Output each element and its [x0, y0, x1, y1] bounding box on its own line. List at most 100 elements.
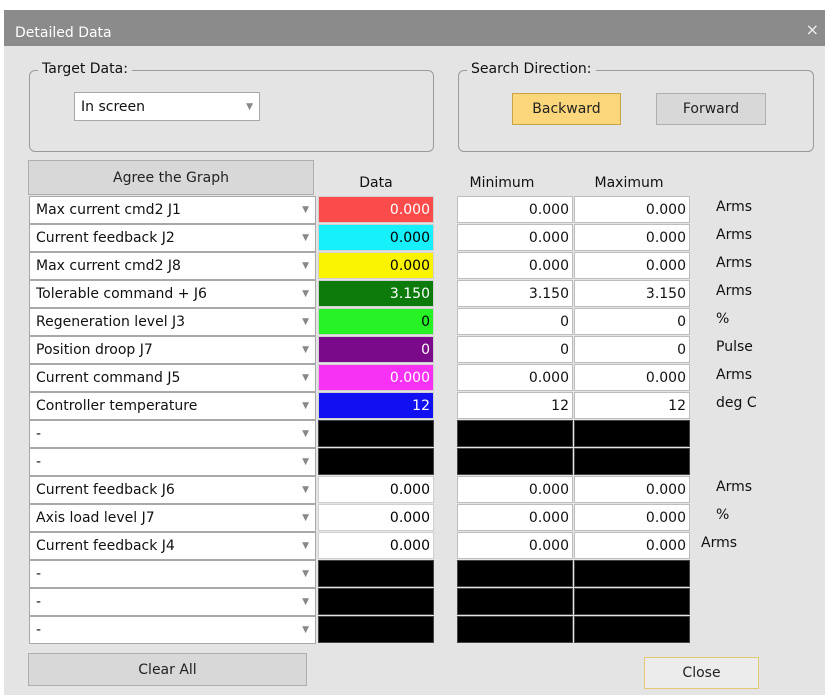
- signal-select[interactable]: - ▼: [29, 560, 316, 588]
- table-row: - ▼: [4, 560, 825, 588]
- signal-name: Position droop J7: [36, 342, 153, 358]
- close-button[interactable]: Close: [644, 657, 759, 689]
- maximum-value-cell: [574, 560, 690, 587]
- signal-select[interactable]: Current feedback J2 ▼: [29, 224, 316, 252]
- signal-name: Current feedback J6: [36, 482, 175, 498]
- signal-select[interactable]: Current feedback J4 ▼: [29, 532, 316, 560]
- signal-name: Controller temperature: [36, 398, 198, 414]
- title-bar[interactable]: Detailed Data ×: [4, 10, 825, 46]
- unit-label: Arms: [716, 367, 753, 383]
- minimum-value-cell: 0: [457, 336, 573, 363]
- unit-label: Arms: [716, 255, 753, 271]
- signal-select[interactable]: - ▼: [29, 448, 316, 476]
- maximum-value-cell: 0.000: [574, 364, 690, 391]
- maximum-value-cell: 0.000: [574, 196, 690, 223]
- data-value-cell: 3.150: [318, 280, 434, 307]
- data-value-cell: 0.000: [318, 532, 434, 559]
- chevron-down-icon: ▼: [302, 541, 309, 551]
- data-value-cell: [318, 560, 434, 587]
- table-row: Axis load level J7 ▼ 0.000 0.000 0.000%: [4, 504, 825, 532]
- unit-label: %: [716, 507, 730, 523]
- data-value-cell: 0.000: [318, 364, 434, 391]
- maximum-value-cell: 0.000: [574, 532, 690, 559]
- signal-select[interactable]: Max current cmd2 J1 ▼: [29, 196, 316, 224]
- chevron-down-icon: ▼: [302, 485, 309, 495]
- signal-name: Regeneration level J3: [36, 314, 186, 330]
- data-value-cell: [318, 448, 434, 475]
- unit-label: Arms: [716, 283, 753, 299]
- unit-label: Arms: [716, 227, 753, 243]
- table-row: Max current cmd2 J8 ▼ 0.000 0.000 0.000 Arms: [4, 252, 825, 280]
- chevron-down-icon: ▼: [302, 457, 309, 467]
- signal-select[interactable]: - ▼: [29, 588, 316, 616]
- maximum-value-cell: [574, 448, 690, 475]
- signal-name: Current feedback J4: [36, 538, 175, 554]
- minimum-value-cell: 12: [457, 392, 573, 419]
- signal-name: -: [36, 426, 42, 442]
- table-row: Current command J5 ▼ 0.000 0.000 0.000 Arms: [4, 364, 825, 392]
- signal-select[interactable]: Position droop J7 ▼: [29, 336, 316, 364]
- table-row: - ▼: [4, 448, 825, 476]
- minimum-value-cell: 0.000: [457, 504, 573, 531]
- signal-select[interactable]: Axis load level J7 ▼: [29, 504, 316, 532]
- signal-select[interactable]: Max current cmd2 J8 ▼: [29, 252, 316, 280]
- data-value-cell: 0.000: [318, 504, 434, 531]
- agree-the-graph-button[interactable]: Agree the Graph: [28, 160, 314, 195]
- minimum-value-cell: 0: [457, 308, 573, 335]
- maximum-column-header: Maximum: [594, 175, 664, 191]
- signal-select[interactable]: Current command J5 ▼: [29, 364, 316, 392]
- signal-select[interactable]: Tolerable command + J6 ▼: [29, 280, 316, 308]
- detailed-data-window: Detailed Data × Target Data: In screen ▼…: [4, 10, 825, 695]
- unit-label: Arms: [716, 479, 753, 495]
- clear-all-button[interactable]: Clear All: [28, 653, 307, 686]
- close-icon[interactable]: ×: [806, 20, 819, 39]
- signal-select[interactable]: Controller temperature ▼: [29, 392, 316, 420]
- data-column-header: Data: [359, 175, 393, 191]
- minimum-value-cell: 0.000: [457, 476, 573, 503]
- table-row: Regeneration level J3 ▼ 0 0 0%: [4, 308, 825, 336]
- search-direction-legend: Search Direction:: [467, 61, 596, 77]
- table-row: - ▼: [4, 420, 825, 448]
- signal-select[interactable]: Current feedback J6 ▼: [29, 476, 316, 504]
- data-value-cell: 0.000: [318, 252, 434, 279]
- chevron-down-icon: ▼: [302, 261, 309, 271]
- signal-select[interactable]: - ▼: [29, 420, 316, 448]
- minimum-value-cell: [457, 588, 573, 615]
- maximum-value-cell: 0: [574, 336, 690, 363]
- signal-name: -: [36, 454, 42, 470]
- target-data-select[interactable]: In screen ▼: [74, 92, 260, 121]
- maximum-value-cell: [574, 588, 690, 615]
- signal-name: Max current cmd2 J8: [36, 258, 181, 274]
- maximum-value-cell: 0.000: [574, 224, 690, 251]
- data-value-cell: 12: [318, 392, 434, 419]
- target-data-value: In screen: [81, 98, 145, 115]
- minimum-value-cell: [457, 420, 573, 447]
- table-row: Tolerable command + J6 ▼ 3.150 3.150 3.150 Ar…: [4, 280, 825, 308]
- signal-name: Axis load level J7: [36, 510, 155, 526]
- minimum-column-header: Minimum: [469, 175, 535, 191]
- signal-select[interactable]: - ▼: [29, 616, 316, 644]
- data-value-cell: 0: [318, 336, 434, 363]
- chevron-down-icon: ▼: [302, 205, 309, 215]
- chevron-down-icon: ▼: [302, 513, 309, 523]
- maximum-value-cell: 0: [574, 308, 690, 335]
- table-row: Position droop J7 ▼ 0 0 0 Pulse: [4, 336, 825, 364]
- signal-select[interactable]: Regeneration level J3 ▼: [29, 308, 316, 336]
- maximum-value-cell: 0.000: [574, 252, 690, 279]
- minimum-value-cell: 0.000: [457, 252, 573, 279]
- data-value-cell: [318, 616, 434, 643]
- table-row: Current feedback J4 ▼ 0.000 0.000 0.000 Arms: [4, 532, 825, 560]
- maximum-value-cell: 12: [574, 392, 690, 419]
- chevron-down-icon: ▼: [302, 289, 309, 299]
- chevron-down-icon: ▼: [302, 401, 309, 411]
- backward-button[interactable]: Backward: [512, 93, 621, 125]
- unit-label: deg C: [716, 395, 757, 411]
- signal-name: -: [36, 594, 42, 610]
- maximum-value-cell: 0.000: [574, 476, 690, 503]
- unit-label: Arms: [701, 535, 738, 551]
- maximum-value-cell: 0.000: [574, 504, 690, 531]
- signal-name: Current feedback J2: [36, 230, 175, 246]
- window-title: Detailed Data: [15, 25, 112, 41]
- data-value-cell: 0: [318, 308, 434, 335]
- forward-button[interactable]: Forward: [656, 93, 766, 125]
